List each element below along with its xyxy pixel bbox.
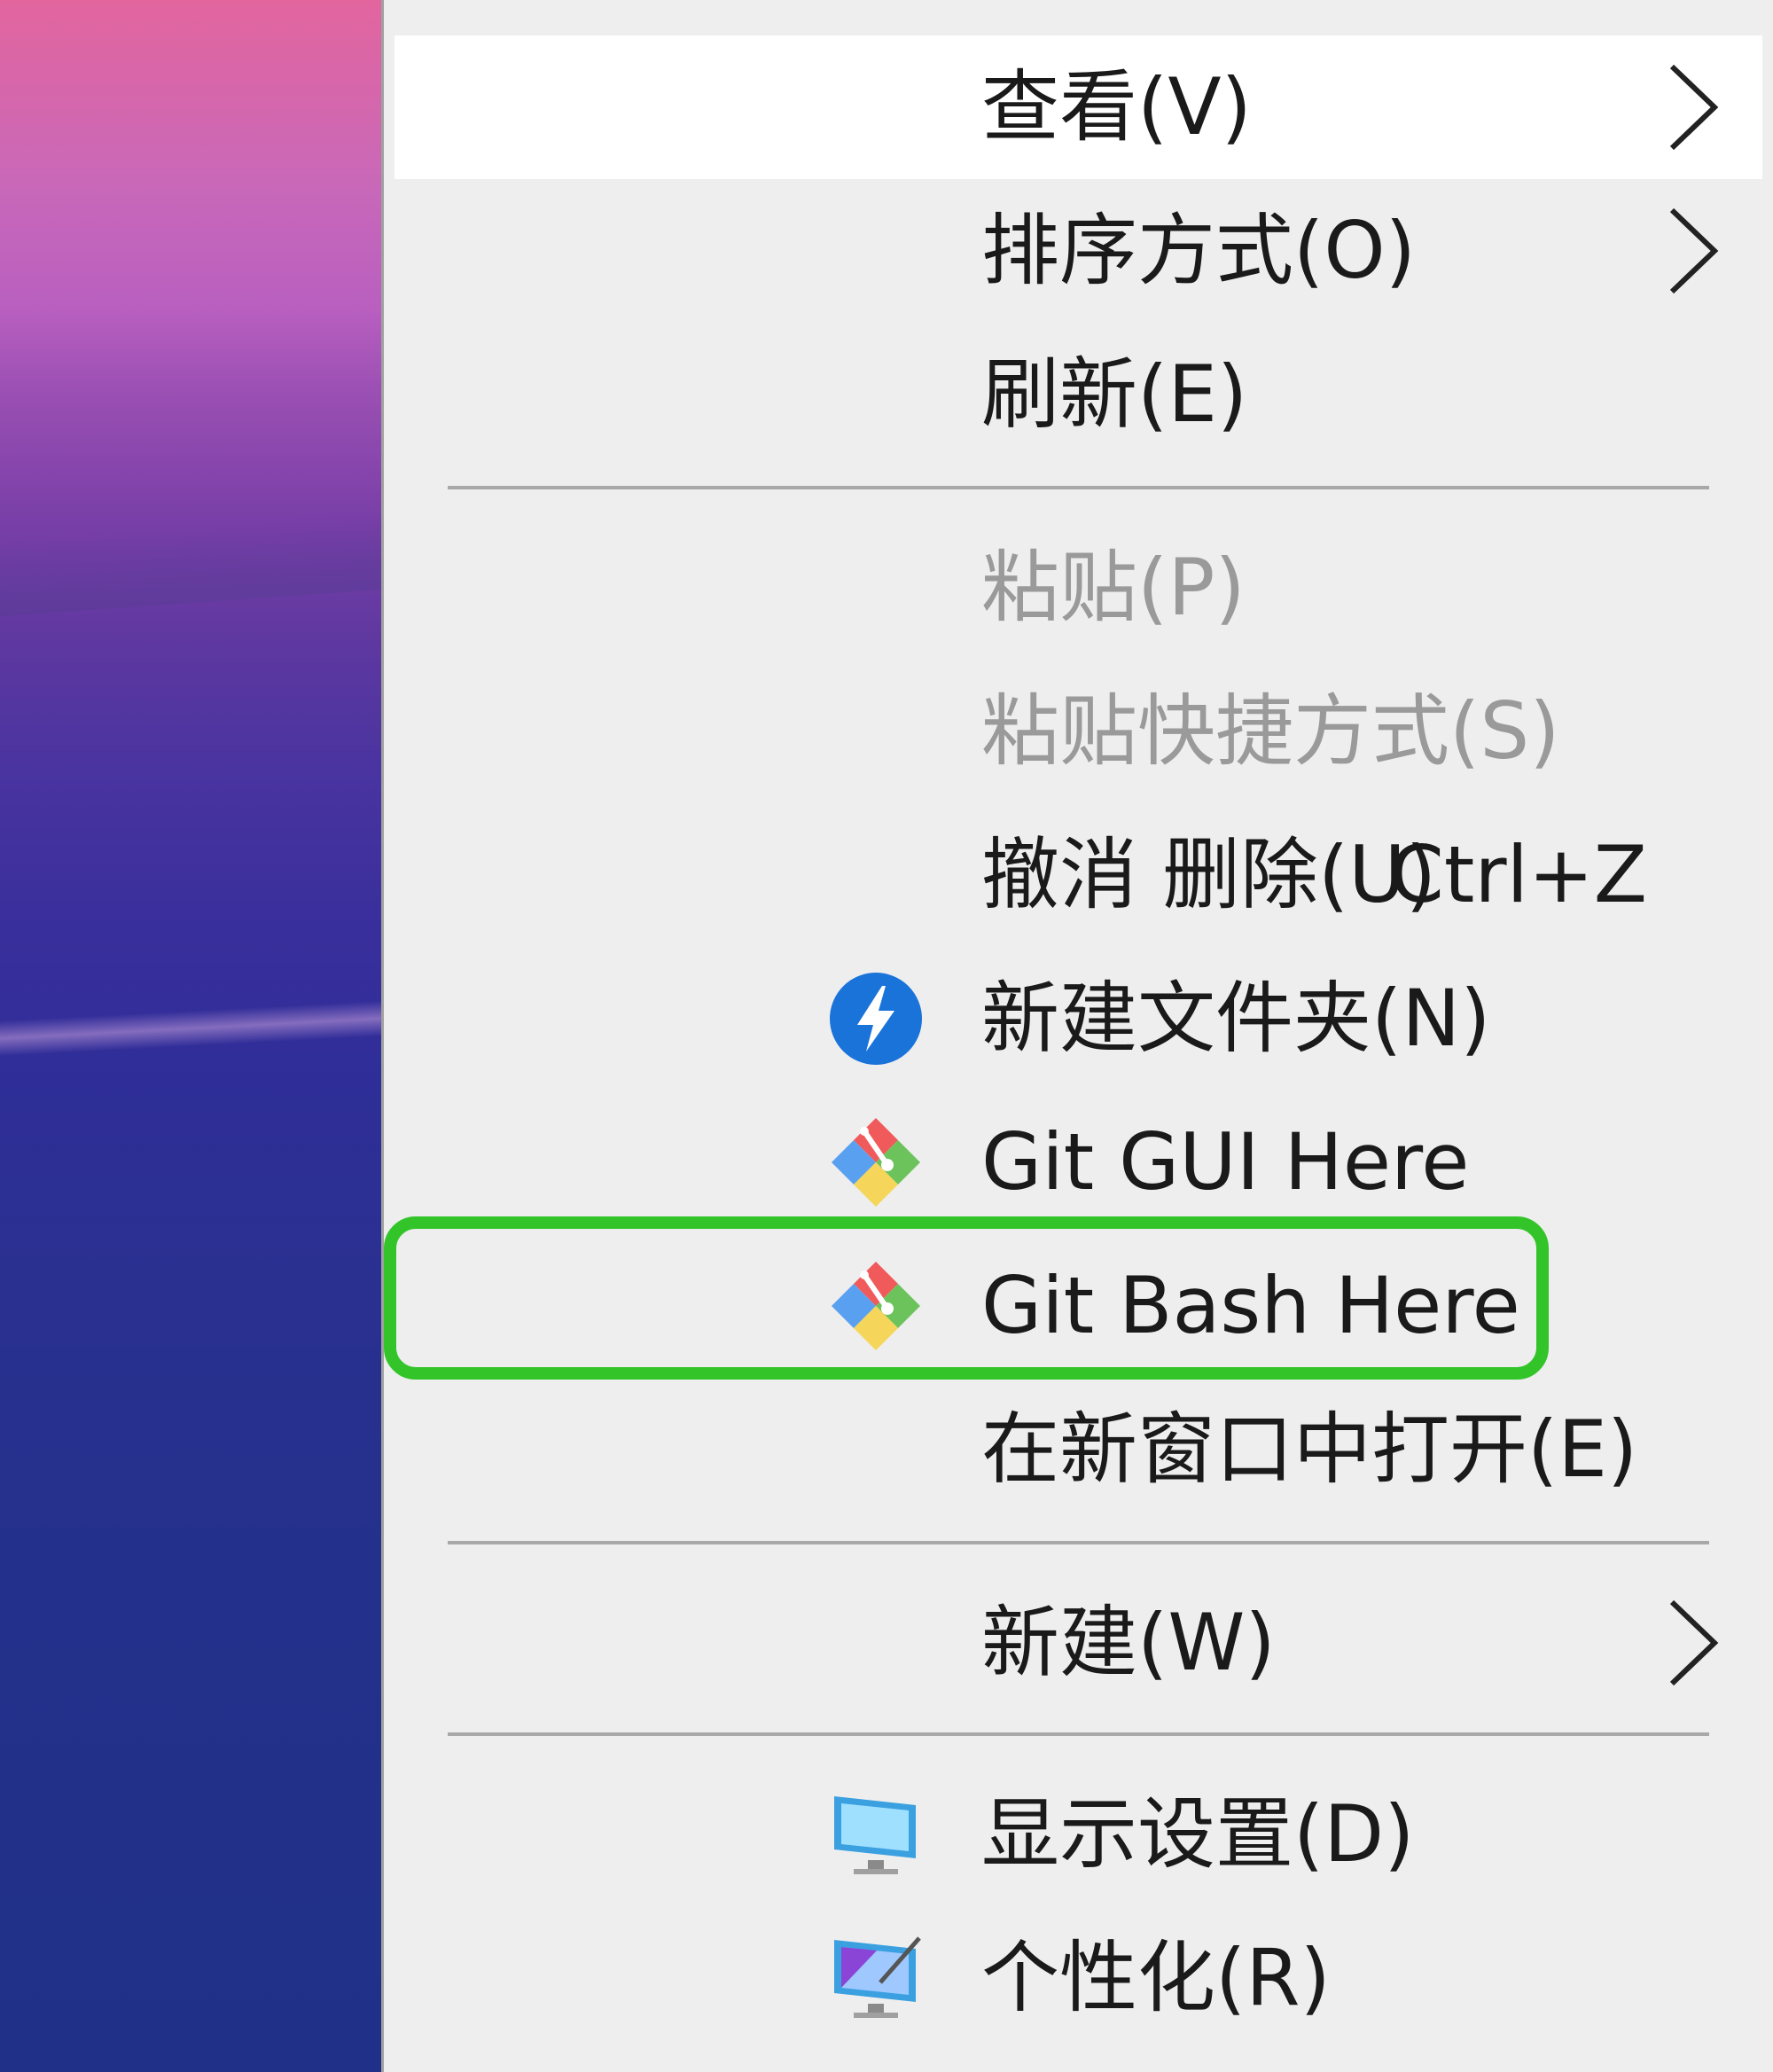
menu-item-label: 粘贴快捷方式(S): [981, 685, 1560, 777]
menu-item-label: 粘贴(P): [981, 542, 1246, 633]
menu-item-open-in-new-window[interactable]: 在新窗口中打开(E): [394, 1378, 1762, 1521]
menu-item-new-folder[interactable]: 新建文件夹(N): [394, 947, 1762, 1091]
personalize-icon: [834, 1936, 921, 2018]
menu-item-personalize[interactable]: 个性化(R): [394, 1906, 1762, 2050]
menu-item-label: 新建文件夹(N): [981, 973, 1491, 1064]
menu-item-paste-shortcut[interactable]: 粘贴快捷方式(S): [394, 660, 1762, 803]
menu-separator: [448, 1541, 1709, 1544]
menu-item-view[interactable]: 查看(V): [394, 35, 1762, 179]
menu-item-sort-by[interactable]: 排序方式(O): [394, 179, 1762, 323]
menu-item-label: Git GUI Here: [981, 1116, 1470, 1208]
menu-item-label: 排序方式(O): [981, 205, 1416, 296]
highlight-annotation: [384, 1216, 1549, 1380]
chevron-right-icon: [1669, 207, 1719, 294]
menu-item-label: 查看(V): [981, 61, 1252, 152]
desktop-context-menu: 查看(V) 排序方式(O) 刷新(E) 粘贴(P) 粘贴快捷方式(S) 撤消 删…: [381, 0, 1773, 2072]
menu-item-label: 新建(W): [981, 1597, 1276, 1688]
git-gui-icon: [832, 1118, 920, 1207]
menu-item-display-settings[interactable]: 显示设置(D): [394, 1763, 1762, 1906]
display-settings-icon: [834, 1796, 916, 1874]
menu-item-new[interactable]: 新建(W): [394, 1571, 1762, 1715]
menu-separator: [448, 1732, 1709, 1736]
lightning-circle-icon: [830, 973, 922, 1065]
menu-item-label: 撤消 删除(U): [981, 829, 1437, 920]
menu-item-paste[interactable]: 粘贴(P): [394, 516, 1762, 660]
menu-item-label: 个性化(R): [981, 1932, 1331, 2023]
menu-item-git-gui-here[interactable]: Git GUI Here: [394, 1091, 1762, 1234]
menu-item-label: 在新窗口中打开(E): [981, 1403, 1638, 1495]
desktop-wallpaper: [0, 0, 381, 2072]
menu-item-shortcut: Ctrl+Z: [1389, 829, 1647, 920]
menu-separator: [448, 486, 1709, 489]
menu-item-label: 刷新(E): [981, 348, 1248, 440]
menu-item-label: 显示设置(D): [981, 1788, 1415, 1880]
menu-item-refresh[interactable]: 刷新(E): [394, 323, 1762, 466]
menu-item-undo-delete[interactable]: 撤消 删除(U) Ctrl+Z: [394, 803, 1762, 947]
chevron-right-icon: [1669, 1599, 1719, 1686]
chevron-right-icon: [1669, 64, 1719, 151]
